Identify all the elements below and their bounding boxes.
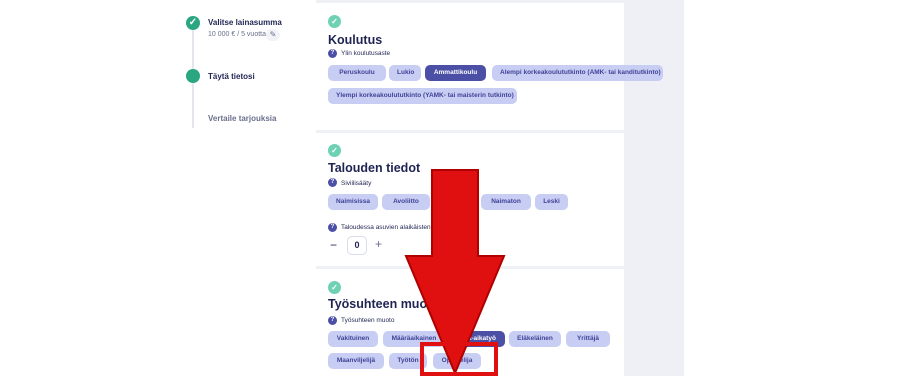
help-question-icon[interactable]: ? [328,316,337,325]
option-naimisissa[interactable]: Naimisissa [328,194,378,210]
section-complete-check-icon: ✓ [328,15,341,28]
option-lukio[interactable]: Lukio [389,65,421,81]
children-count-input[interactable]: 0 [347,236,367,255]
step-subtitle-loan-amount: 10 000 € / 5 vuotta [208,31,266,38]
option-vakituinen[interactable]: Vakituinen [328,331,378,347]
pencil-icon[interactable]: ✎ [266,29,280,41]
section-title-koulutus: Koulutus [328,33,383,47]
question-label-education: Ylin koulutusaste [341,50,391,57]
page-background [624,0,684,376]
step-done-check-icon: ✓ [186,16,200,30]
option-peruskoulu[interactable]: Peruskoulu [328,65,386,81]
option-alempi-korkeakoulututkinto[interactable]: Alempi korkeakoulututkinto (AMK- tai kan… [492,65,663,81]
card-divider [316,130,624,133]
option-leski[interactable]: Leski [535,194,568,210]
option-yrittaja[interactable]: Yrittäjä [566,331,610,347]
help-question-icon[interactable]: ? [328,49,337,58]
question-label-marital-status: Siviilisääty [341,180,372,187]
section-complete-check-icon: ✓ [328,281,341,294]
card-divider [316,0,624,3]
step-title-fill-info: Täytä tietosi [208,72,255,81]
option-maanviljelija[interactable]: Maanviljelijä [328,353,384,369]
section-complete-check-icon: ✓ [328,144,341,157]
option-ylempi-korkeakoulututkinto[interactable]: Ylempi korkeakoulututkinto (YAMK- tai ma… [328,88,517,104]
step-title-compare-offers: Vertaile tarjouksia [208,114,277,123]
option-elakelainen[interactable]: Eläkeläinen [509,331,561,347]
highlight-box-annotation [420,342,498,376]
help-question-icon[interactable]: ? [328,223,337,232]
step-active-dot-icon [186,69,200,83]
option-ammattikoulu[interactable]: Ammattikoulu [425,65,486,81]
right-margin [684,0,900,376]
increment-button[interactable]: + [375,238,385,250]
step-title-loan-amount[interactable]: Valitse lainasumma [208,18,282,27]
question-label-employment: Työsuhteen muoto [341,317,395,324]
decrement-button[interactable]: − [330,239,340,251]
progress-sidebar [0,0,316,376]
help-question-icon[interactable]: ? [328,178,337,187]
